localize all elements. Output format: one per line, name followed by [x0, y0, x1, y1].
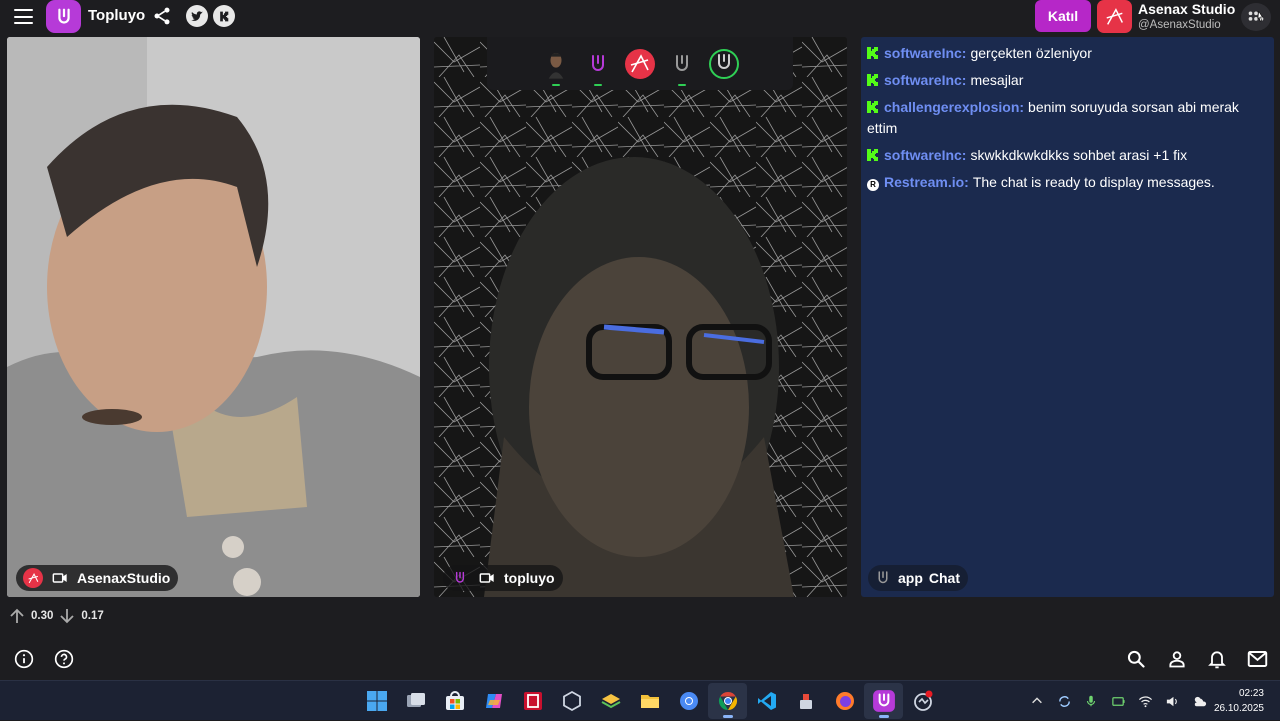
windows-start-icon[interactable] [357, 683, 396, 719]
participant-label: AsenaxStudio [16, 565, 179, 591]
task-view-icon[interactable] [396, 683, 435, 719]
system-tray [1028, 681, 1208, 721]
participant-avatar[interactable] [540, 48, 572, 86]
topluyo-logo-icon [878, 571, 888, 584]
kick-badge-icon [867, 74, 878, 86]
kick-icon[interactable] [213, 5, 235, 27]
chat-username[interactable]: softwareInc: [884, 45, 966, 61]
battery-icon[interactable] [1109, 692, 1127, 710]
copilot-icon[interactable] [474, 683, 513, 719]
restream-badge-icon: R [867, 178, 879, 191]
chat-text: skwkkdkwkdkks sohbet arasi +1 fix [970, 147, 1188, 163]
usb-tool-icon[interactable] [786, 683, 825, 719]
chat-username[interactable]: Restream.io: [884, 174, 969, 190]
join-button[interactable]: Katıl [1035, 0, 1091, 32]
brand-name[interactable]: Topluyo [88, 7, 145, 24]
bell-icon[interactable] [1207, 648, 1227, 670]
chrome-icon[interactable] [669, 683, 708, 719]
participant-label: topluyo [443, 565, 563, 591]
chat-message: softwareInc: skwkkdkwkdkks sohbet arasi +… [867, 145, 1260, 166]
weather-icon[interactable] [1190, 692, 1208, 710]
taskbar-clock[interactable]: 02:23 26.10.2025 [1214, 686, 1264, 716]
layers-icon[interactable] [591, 683, 630, 719]
chevron-up-icon[interactable] [1028, 692, 1046, 710]
topluyo-logo-icon [57, 8, 70, 24]
chat-message: softwareInc: gerçekten özleniyor [867, 43, 1260, 64]
search-icon[interactable] [1126, 649, 1146, 669]
info-icon[interactable] [14, 649, 34, 669]
camera-icon [479, 573, 494, 583]
chat-username[interactable]: challengerexplosion: [884, 99, 1024, 115]
participant-speaking-icon[interactable] [708, 48, 740, 80]
camera-icon [52, 573, 67, 583]
camera-video [434, 37, 847, 597]
chat-text: gerçekten özleniyor [970, 45, 1092, 61]
participant-asenax-icon[interactable] [624, 48, 656, 80]
upload-arrow-icon [10, 608, 24, 623]
camera-video [7, 37, 420, 597]
kick-badge-icon [867, 47, 878, 59]
app-window: Topluyo Katıl Asenax Studio @AsenaxStudi… [0, 0, 1280, 680]
chat-message: softwareInc: mesajlar [867, 70, 1260, 91]
user-name[interactable]: Asenax Studio [1138, 1, 1235, 17]
chat-source-name: Chat [928, 570, 961, 586]
download-arrow-icon [60, 609, 75, 624]
avatar[interactable] [1097, 0, 1132, 33]
user-handle: @AsenaxStudio [1138, 19, 1221, 31]
download-value: 0.17 [81, 610, 104, 622]
chat-username[interactable]: softwareInc: [884, 72, 966, 88]
recording-icon[interactable] [903, 683, 942, 719]
clock-date: 26.10.2025 [1213, 703, 1264, 714]
chat-panel[interactable]: softwareInc: gerçekten özleniyor software… [861, 37, 1274, 597]
kick-badge-icon [867, 149, 878, 161]
windows-taskbar: 02:23 26.10.2025 [0, 680, 1280, 720]
wifi-icon[interactable] [1136, 692, 1154, 710]
hamburger-menu-icon[interactable] [14, 9, 33, 24]
volume-icon[interactable] [1163, 692, 1181, 710]
brand-logo[interactable] [46, 0, 81, 33]
video-tile-topluyo[interactable]: topluyo [434, 37, 847, 597]
participant-name: topluyo [504, 570, 555, 586]
vscode-icon[interactable] [747, 683, 786, 719]
twitter-icon[interactable] [186, 5, 208, 27]
apps-grid-icon[interactable] [1241, 3, 1271, 31]
file-explorer-icon[interactable] [630, 683, 669, 719]
chat-text: mesajlar [970, 72, 1024, 88]
asenax-logo-icon [1106, 7, 1123, 25]
topluyo-icon[interactable] [864, 683, 903, 719]
chat-text: The chat is ready to display messages. [972, 174, 1215, 190]
chat-message-list[interactable]: softwareInc: gerçekten özleniyor software… [867, 43, 1260, 199]
mail-icon[interactable] [1247, 650, 1268, 668]
top-bar: Topluyo Katıl Asenax Studio @AsenaxStudi… [0, 0, 1280, 34]
chat-message: challengerexplosion: benim soruyuda sorsa… [867, 97, 1260, 139]
app-red-icon[interactable] [513, 683, 552, 719]
person-icon[interactable] [1167, 649, 1187, 669]
store-icon[interactable] [435, 683, 474, 719]
avatar [23, 568, 43, 588]
help-icon[interactable] [54, 649, 74, 669]
chat-source-app: app [898, 570, 923, 586]
upload-value: 0.30 [31, 610, 54, 622]
chat-message: R Restream.io: The chat is ready to displa… [867, 172, 1260, 193]
kick-badge-icon [867, 101, 878, 113]
topluyo-logo-icon [450, 568, 470, 588]
participant-strip [487, 37, 793, 90]
video-tile-asenaxstudio[interactable]: AsenaxStudio [7, 37, 420, 597]
share-icon[interactable] [152, 6, 172, 26]
taskbar-apps [357, 681, 942, 721]
participant-topluyo-icon[interactable] [582, 48, 614, 86]
network-stats: 0.30 0.17 [9, 607, 104, 625]
firefox-icon[interactable] [825, 683, 864, 719]
sync-icon[interactable] [1055, 692, 1073, 710]
chat-username[interactable]: softwareInc: [884, 147, 966, 163]
participant-name: AsenaxStudio [77, 570, 171, 586]
participant-muted-icon[interactable] [666, 48, 698, 86]
chrome-profile-icon[interactable] [708, 683, 747, 719]
chat-source-label: app Chat [868, 565, 969, 591]
microphone-icon[interactable] [1082, 692, 1100, 710]
obs-icon[interactable] [552, 683, 591, 719]
clock-time: 02:23 [1238, 688, 1264, 699]
